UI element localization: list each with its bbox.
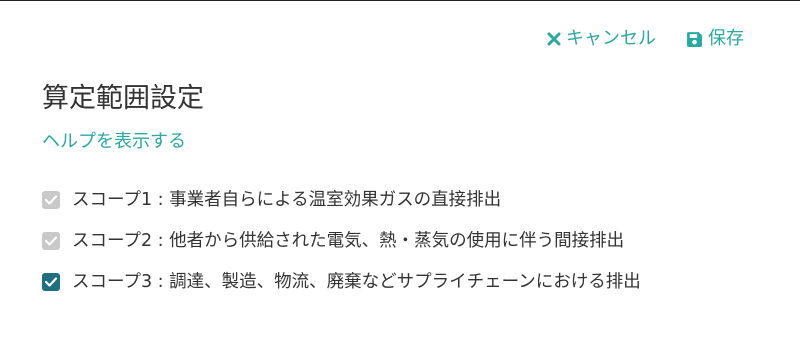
save-label: 保存 xyxy=(708,28,744,49)
close-icon xyxy=(547,32,561,46)
toolbar: キャンセル 保存 xyxy=(547,27,744,51)
checkmark-icon xyxy=(45,235,57,246)
page-title: 算定範囲設定 xyxy=(42,83,204,114)
scope-checkbox-list: スコープ1 : 事業者自らによる温室効果ガスの直接排出 スコープ2 : 他者から… xyxy=(42,179,641,302)
scope-1-label: スコープ1 : 事業者自らによる温室効果ガスの直接排出 xyxy=(72,189,502,210)
save-button[interactable]: 保存 xyxy=(686,27,744,51)
checkmark-icon xyxy=(45,194,57,205)
cancel-button[interactable]: キャンセル xyxy=(547,27,656,51)
scope-2-checkbox xyxy=(42,231,60,250)
scope-1-checkbox xyxy=(42,190,60,209)
scope-settings-panel: キャンセル 保存 算定範囲設定 ヘルプを表示する スコープ1 : 事業者自らによ… xyxy=(0,0,800,354)
checkmark-icon xyxy=(45,276,57,287)
scope-item-2: スコープ2 : 他者から供給された電気、熱・蒸気の使用に伴う間接排出 xyxy=(42,220,641,261)
scope-item-1: スコープ1 : 事業者自らによる温室効果ガスの直接排出 xyxy=(42,179,641,220)
scope-3-label: スコープ3 : 調達、製造、物流、廃棄などサプライチェーンにおける排出 xyxy=(72,271,641,292)
floppy-disk-icon xyxy=(686,31,703,48)
help-link[interactable]: ヘルプを表示する xyxy=(42,129,186,155)
scope-3-checkbox[interactable] xyxy=(42,272,60,291)
cancel-label: キャンセル xyxy=(566,28,656,49)
scope-2-label: スコープ2 : 他者から供給された電気、熱・蒸気の使用に伴う間接排出 xyxy=(72,230,625,251)
scope-item-3: スコープ3 : 調達、製造、物流、廃棄などサプライチェーンにおける排出 xyxy=(42,261,641,302)
